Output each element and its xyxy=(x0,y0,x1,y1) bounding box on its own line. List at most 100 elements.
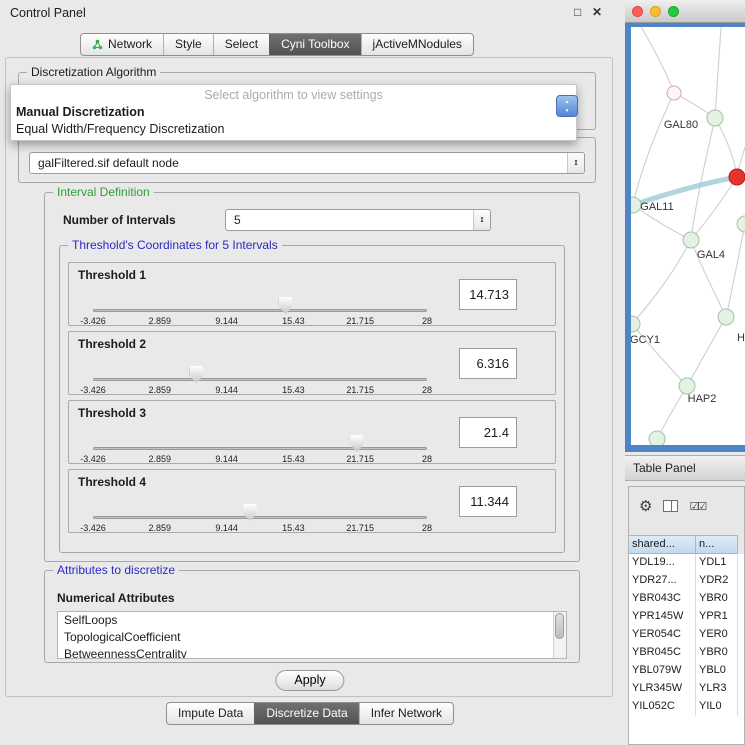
node-label: GAL11 xyxy=(640,201,673,213)
network-node[interactable] xyxy=(683,232,699,248)
table-row[interactable]: YBL079WYBL0 xyxy=(629,662,744,680)
network-icon xyxy=(92,39,103,50)
attributes-scrollbar[interactable] xyxy=(553,612,566,658)
threshold-slider[interactable]: -3.4262.8599.14415.4321.71528 xyxy=(93,366,427,394)
tab-style[interactable]: Style xyxy=(163,34,213,55)
threshold-slider[interactable]: -3.4262.8599.14415.4321.71528 xyxy=(93,504,427,532)
table-cell: YIL052C xyxy=(629,698,696,716)
table-row[interactable]: YBR045CYBR0 xyxy=(629,644,744,662)
network-node[interactable] xyxy=(679,378,695,394)
table-panel-window: ⚙ ☑☑ shared...n... YDL19...YDL1YDR27...Y… xyxy=(628,486,745,745)
column-header[interactable]: shared... xyxy=(629,535,696,554)
attribute-list-item[interactable]: SelfLoops xyxy=(58,612,566,629)
table-cell: YLR3 xyxy=(696,680,738,698)
threshold-value-field[interactable]: 11.344 xyxy=(459,486,517,517)
gear-icon[interactable]: ⚙ xyxy=(639,499,652,514)
network-node[interactable] xyxy=(631,316,640,332)
slider-track xyxy=(93,378,427,381)
attribute-list-item[interactable]: BetweennessCentrality xyxy=(58,646,566,659)
attribute-list-item[interactable]: TopologicalCoefficient xyxy=(58,629,566,646)
network-node[interactable] xyxy=(707,110,723,126)
close-traffic-light-icon[interactable] xyxy=(632,6,643,17)
network-node[interactable] xyxy=(737,216,745,232)
network-node-labels: GAL80 GAL11 GAL4 GCY1 HAP2 H xyxy=(631,119,745,405)
slider-tick-label: 15.43 xyxy=(282,385,305,395)
table-row[interactable]: YIL052CYIL0 xyxy=(629,698,744,716)
threshold-value-field[interactable]: 14.713 xyxy=(459,279,517,310)
column-header[interactable]: n... xyxy=(696,535,738,554)
tab-label: jActiveMNodules xyxy=(373,37,462,51)
table-row[interactable]: YBR043CYBR0 xyxy=(629,590,744,608)
zoom-traffic-light-icon[interactable] xyxy=(668,6,679,17)
tab-select[interactable]: Select xyxy=(213,34,269,55)
tab-network[interactable]: Network xyxy=(81,34,163,55)
tab-infer-network[interactable]: Infer Network xyxy=(359,703,453,724)
close-icon[interactable]: ✕ xyxy=(592,5,602,19)
network-window-titlebar[interactable] xyxy=(625,0,745,23)
slider-tick-label: 2.859 xyxy=(149,454,172,464)
table-row[interactable]: YER054CYER0 xyxy=(629,626,744,644)
network-node[interactable] xyxy=(667,86,681,100)
threshold-slider[interactable]: -3.4262.8599.14415.4321.71528 xyxy=(93,297,427,325)
control-panel: Control Panel □ ✕ Network Style Select Cyni… xyxy=(0,0,620,745)
tab-label: Style xyxy=(175,37,202,51)
screen: Control Panel □ ✕ Network Style Select Cyni… xyxy=(0,0,745,745)
slider-tick-label: 21.715 xyxy=(346,316,374,326)
slider-tick-label: 28 xyxy=(422,523,432,533)
tab-jactivemnodules[interactable]: jActiveMNodules xyxy=(361,34,473,55)
table-data-group: Table Data galFiltered.sif default node xyxy=(18,137,596,183)
algorithm-option[interactable]: Manual Discretization xyxy=(11,104,576,121)
threshold-label: Threshold 4 xyxy=(78,475,146,489)
table-row[interactable]: YLR345WYLR3 xyxy=(629,680,744,698)
tab-label: Select xyxy=(225,37,258,51)
network-view-window: GAL80 GAL11 GAL4 GCY1 HAP2 H xyxy=(625,0,745,452)
table-cell: YER054C xyxy=(629,626,696,644)
numerical-attributes-list[interactable]: SelfLoopsTopologicalCoefficientBetweenne… xyxy=(57,611,567,659)
table-body: YDL19...YDL1YDR27...YDR2YBR043CYBR0YPR14… xyxy=(629,554,744,744)
table-row[interactable]: YDR27...YDR2 xyxy=(629,572,744,590)
slider-tick-label: 28 xyxy=(422,316,432,326)
number-of-intervals-combobox[interactable]: 5 xyxy=(225,209,491,231)
network-node[interactable] xyxy=(649,431,665,445)
table-row[interactable]: YPR145WYPR1 xyxy=(629,608,744,626)
slider-track xyxy=(93,516,427,519)
threshold-slider[interactable]: -3.4262.8599.14415.4321.71528 xyxy=(93,435,427,463)
columns-icon[interactable] xyxy=(663,500,678,512)
table-header-row: shared...n... xyxy=(629,535,744,554)
slider-tick-label: 15.43 xyxy=(282,523,305,533)
threshold-value-field[interactable]: 6.316 xyxy=(459,348,517,379)
attributes-scrollbar-thumb[interactable] xyxy=(555,613,564,639)
table-row[interactable]: YDL19...YDL1 xyxy=(629,554,744,572)
float-window-icon[interactable]: □ xyxy=(574,5,581,19)
table-cell: YBR045C xyxy=(629,644,696,662)
thresholds-group: Threshold's Coordinates for 5 Intervals … xyxy=(59,245,565,553)
algorithm-combo-spinner[interactable] xyxy=(556,95,578,117)
algorithm-option[interactable]: Equal Width/Frequency Discretization xyxy=(11,121,576,138)
network-node[interactable] xyxy=(718,309,734,325)
tab-label: Impute Data xyxy=(178,706,243,720)
tab-cyni-toolbox[interactable]: Cyni Toolbox xyxy=(269,34,360,55)
apply-button[interactable]: Apply xyxy=(275,670,344,691)
control-panel-title: Control Panel xyxy=(10,6,86,20)
table-panel-header[interactable]: Table Panel xyxy=(625,455,745,481)
table-cell: YLR345W xyxy=(629,680,696,698)
select-columns-icon[interactable]: ☑☑ xyxy=(689,500,705,513)
tab-label: Discretize Data xyxy=(266,706,347,720)
slider-tick-label: -3.426 xyxy=(80,385,106,395)
threshold-value-field[interactable]: 21.4 xyxy=(459,417,517,448)
slider-tick-label: 9.144 xyxy=(215,385,238,395)
tab-discretize-data[interactable]: Discretize Data xyxy=(254,703,358,724)
table-panel-title: Table Panel xyxy=(633,461,696,475)
slider-track xyxy=(93,447,427,450)
tab-impute-data[interactable]: Impute Data xyxy=(167,703,254,724)
table-cell: YDL1 xyxy=(696,554,738,572)
tab-label: Cyni Toolbox xyxy=(281,37,349,51)
network-node-selected[interactable] xyxy=(729,169,745,185)
network-canvas[interactable]: GAL80 GAL11 GAL4 GCY1 HAP2 H xyxy=(631,27,745,445)
network-nodes[interactable] xyxy=(631,86,745,445)
slider-tick-label: 28 xyxy=(422,385,432,395)
cyni-bottom-tabs: Impute Data Discretize Data Infer Network xyxy=(166,702,454,725)
slider-tick-label: 2.859 xyxy=(149,385,172,395)
minimize-traffic-light-icon[interactable] xyxy=(650,6,661,17)
table-data-combobox[interactable]: galFiltered.sif default node xyxy=(29,152,585,174)
